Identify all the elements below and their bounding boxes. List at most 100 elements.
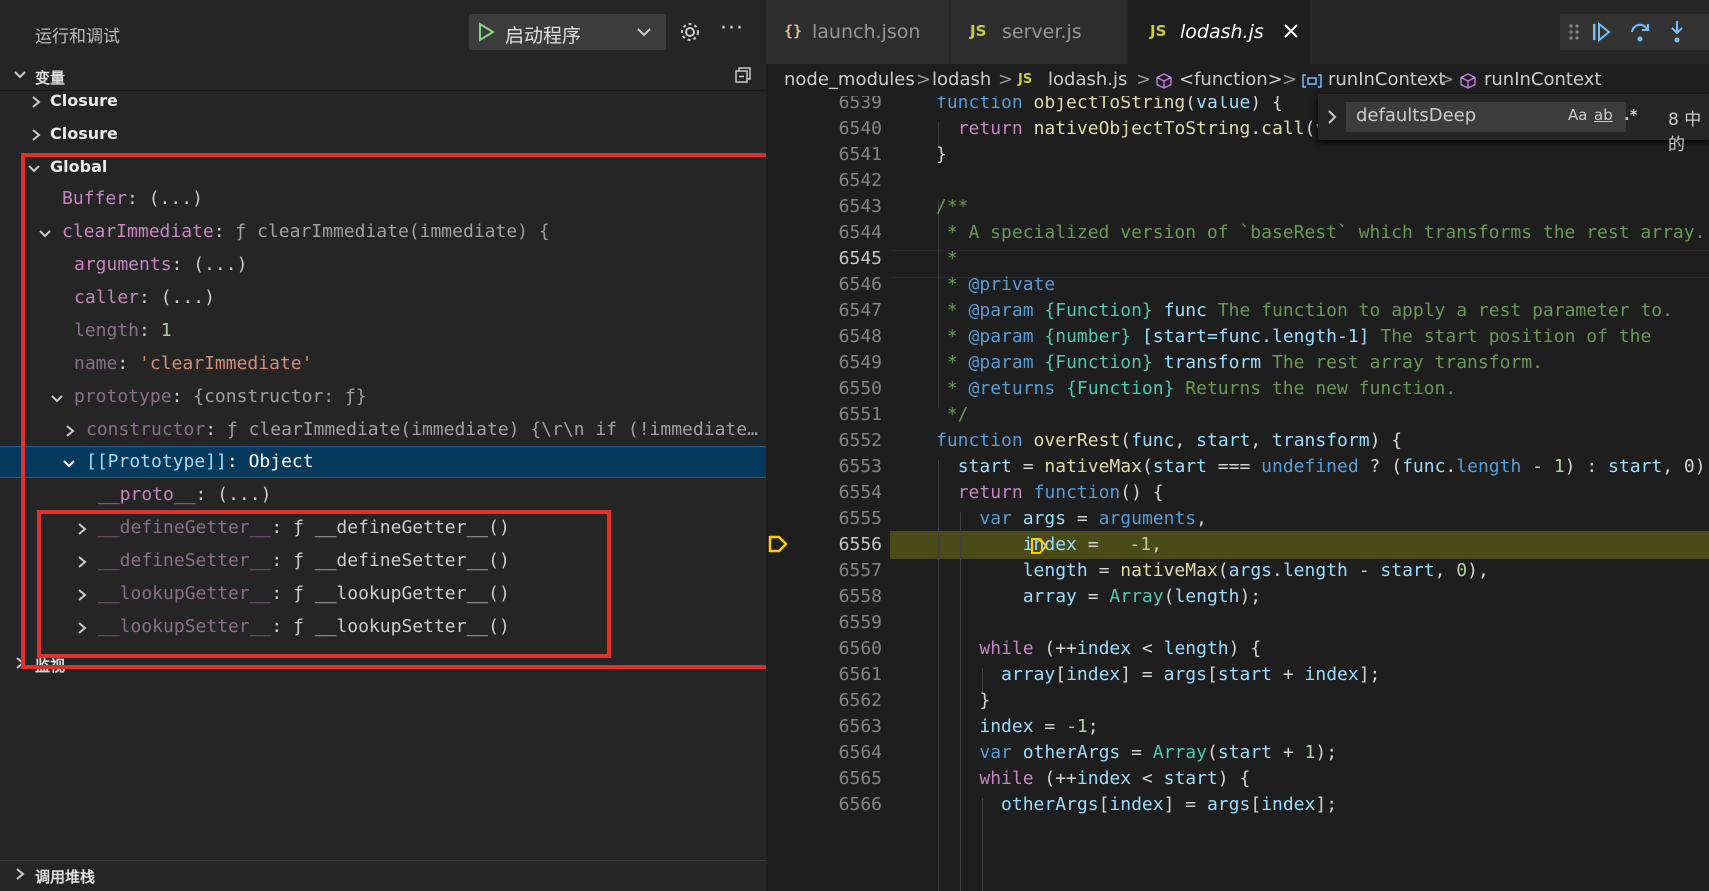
- line-number: 6561: [838, 664, 882, 685]
- line-number: 6553: [838, 456, 882, 477]
- line-number: 6560: [838, 638, 882, 659]
- breadcrumb-item[interactable]: lodash: [932, 69, 991, 90]
- callstack-title: 调用堆栈: [35, 868, 96, 886]
- debug-header: 运行和调试 启动程序 ···: [0, 0, 766, 66]
- code-line: * @returns {Function} Returns the new fu…: [936, 378, 1457, 399]
- variable-value: ƒ __defineSetter__(): [293, 550, 510, 571]
- start-debugging-icon[interactable]: [476, 22, 496, 42]
- line-number: 6544: [838, 222, 882, 243]
- variable-name: prototype: [74, 386, 172, 407]
- variable-row-selected[interactable]: [[Prototype]]: Object: [0, 446, 766, 478]
- code-line: start = nativeMax(start === undefined ? …: [957, 456, 1709, 477]
- code-line: return function() {: [957, 482, 1164, 503]
- breadcrumb-item[interactable]: runInContext: [1328, 69, 1445, 90]
- variable-row[interactable]: clearImmediate: ƒ clearImmediate(immedia…: [0, 217, 766, 247]
- cube-symbol-icon: [1460, 73, 1476, 89]
- variable-name: [[Prototype]]: [86, 451, 227, 472]
- json-file-icon: {}: [784, 22, 803, 40]
- chevron-right-icon: [16, 657, 25, 669]
- gear-icon[interactable]: [679, 21, 701, 43]
- variable-row[interactable]: name: 'clearImmediate': [0, 349, 766, 379]
- variable-scope-global[interactable]: Global: [0, 152, 766, 182]
- variable-row[interactable]: __defineGetter__: ƒ __defineGetter__(): [0, 513, 766, 543]
- breadcrumb-item[interactable]: runInContext: [1484, 69, 1601, 90]
- variable-row[interactable]: __lookupSetter__: ƒ __lookupSetter__(): [0, 612, 766, 642]
- chevron-right-icon[interactable]: [1326, 109, 1338, 125]
- regex-icon[interactable]: .*: [1624, 106, 1638, 124]
- code-line: var otherArgs = Array(start + 1);: [979, 742, 1338, 763]
- variable-value: ƒ __lookupGetter__(): [293, 583, 510, 604]
- chevron-right-icon: [66, 425, 75, 437]
- variable-name: __defineSetter__: [98, 550, 272, 571]
- variable-row[interactable]: __defineSetter__: ƒ __defineSetter__(): [0, 546, 766, 576]
- line-number: 6566: [838, 794, 882, 815]
- close-icon[interactable]: [1282, 22, 1300, 40]
- match-case-icon[interactable]: Aa: [1568, 106, 1587, 124]
- variable-scope-closure[interactable]: Closure: [0, 119, 766, 149]
- variable-name: Buffer: [62, 188, 128, 209]
- watch-section-header[interactable]: 监视: [0, 650, 766, 678]
- collapse-all-icon[interactable]: [734, 66, 752, 84]
- tab-launch-json[interactable]: {} launch.json: [766, 0, 950, 64]
- variable-name: clearImmediate: [62, 221, 214, 242]
- chevron-down-icon[interactable]: [636, 26, 652, 38]
- line-number: 6563: [838, 716, 882, 737]
- code-line: function overRest(func, start, transform…: [936, 430, 1403, 451]
- line-number: 6549: [838, 352, 882, 373]
- line-number: 6540: [838, 118, 882, 139]
- cube-symbol-icon: [1156, 73, 1172, 89]
- variable-row[interactable]: prototype: {constructor: ƒ}: [0, 382, 766, 412]
- step-over-icon[interactable]: [1628, 20, 1652, 44]
- variable-row[interactable]: __proto__: (...): [0, 480, 766, 510]
- variable-row[interactable]: Buffer: (...): [0, 184, 766, 214]
- line-number: 6539: [838, 96, 882, 113]
- line-number: 6542: [838, 170, 882, 191]
- drag-handle-icon[interactable]: [1568, 22, 1580, 42]
- more-actions-icon[interactable]: ···: [720, 16, 744, 41]
- line-number: 6550: [838, 378, 882, 399]
- inline-breakpoint-icon[interactable]: [1030, 537, 1048, 555]
- step-into-icon[interactable]: [1666, 19, 1688, 45]
- code-editor[interactable]: 6539 6540 6541 6542 6543 6544 6545 6546 …: [766, 96, 1709, 891]
- variable-row[interactable]: __lookupGetter__: ƒ __lookupGetter__(): [0, 579, 766, 609]
- callstack-section-header[interactable]: 调用堆栈: [0, 860, 766, 889]
- variable-scope-closure[interactable]: Closure: [0, 86, 766, 116]
- chevron-right-icon: [32, 129, 41, 141]
- chevron-right-icon: [78, 556, 87, 568]
- line-number: 6546: [838, 274, 882, 295]
- code-line: * @param {Function} func The function to…: [936, 300, 1673, 321]
- js-file-icon: JS: [970, 22, 987, 40]
- debug-toolbar: [1560, 14, 1709, 50]
- variable-name: arguments: [74, 254, 172, 275]
- variable-value: 1: [160, 320, 172, 341]
- tab-server-js[interactable]: JS server.js: [950, 0, 1128, 64]
- variable-value: (...): [148, 188, 203, 209]
- variable-row[interactable]: arguments: (...): [0, 250, 766, 280]
- chevron-down-icon: [14, 71, 26, 79]
- breadcrumb-item[interactable]: node_modules: [784, 69, 915, 90]
- variable-value: {constructor: ƒ}: [193, 386, 367, 407]
- chevron-down-icon: [28, 165, 40, 173]
- js-file-icon: JS: [1018, 72, 1033, 87]
- variable-name: name: [74, 353, 118, 374]
- match-word-icon[interactable]: ab: [1594, 106, 1613, 124]
- breadcrumb-item[interactable]: lodash.js: [1048, 69, 1127, 90]
- scope-label: Closure: [50, 91, 118, 110]
- continue-icon[interactable]: [1590, 21, 1612, 43]
- breadcrumb-item[interactable]: <function>: [1179, 69, 1283, 90]
- code-line: * @param {Function} transform The rest a…: [936, 352, 1543, 373]
- code-line: while (++index < length) {: [979, 638, 1262, 659]
- variables-title: 变量: [35, 69, 66, 87]
- code-line: */: [936, 404, 969, 425]
- variable-value: ƒ clearImmediate(immediate) {\r\n if (!i…: [226, 419, 758, 440]
- line-number: 6562: [838, 690, 882, 711]
- variable-row[interactable]: constructor: ƒ clearImmediate(immediate)…: [0, 415, 766, 445]
- variable-row[interactable]: caller: (...): [0, 283, 766, 313]
- line-number: 6552: [838, 430, 882, 451]
- variable-value: ƒ __defineGetter__(): [293, 517, 510, 538]
- line-number: 6545: [838, 248, 882, 269]
- line-number: 6558: [838, 586, 882, 607]
- find-input-value: defaultsDeep: [1356, 105, 1477, 126]
- variable-value: Object: [248, 451, 314, 472]
- variable-row[interactable]: length: 1: [0, 316, 766, 346]
